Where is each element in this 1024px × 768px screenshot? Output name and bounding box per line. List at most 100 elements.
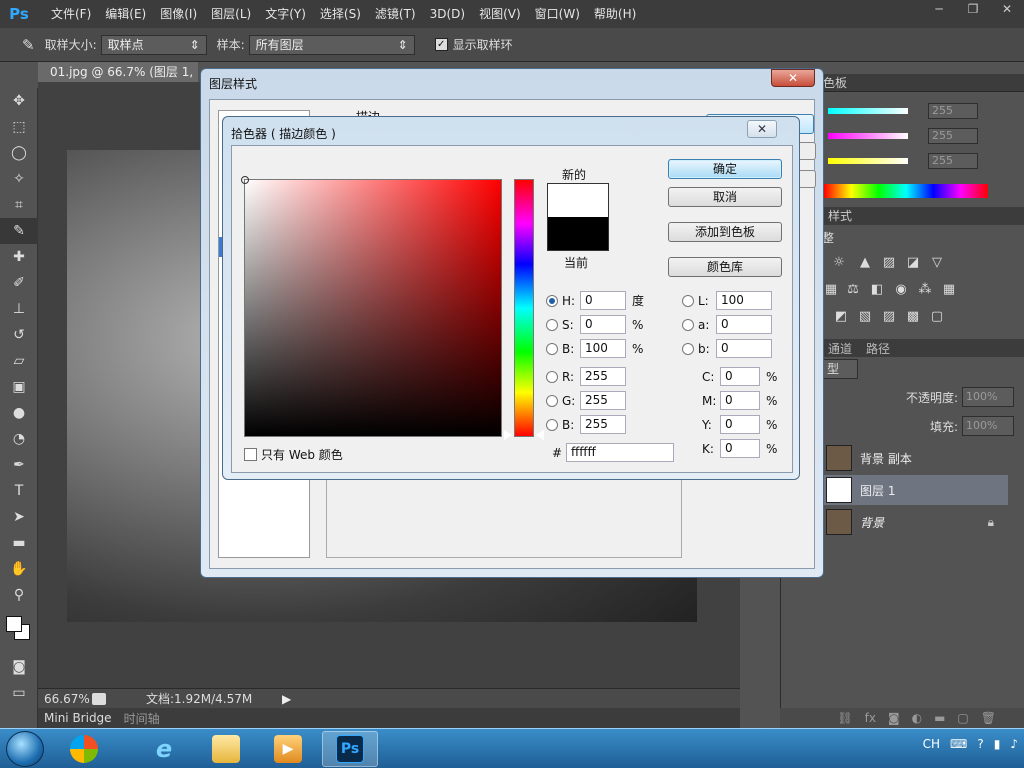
close-button[interactable]: ✕: [990, 0, 1024, 18]
close-button[interactable]: ✕: [771, 69, 815, 87]
photo-filter-icon[interactable]: ◉: [892, 283, 910, 297]
red-value[interactable]: 255: [928, 103, 978, 119]
layer-row-selected[interactable]: 图层 1: [822, 475, 1008, 505]
move-tool-icon[interactable]: ✥: [0, 88, 38, 114]
healing-brush-tool-icon[interactable]: ✚: [0, 244, 38, 270]
tab-mini-bridge[interactable]: Mini Bridge: [38, 711, 118, 725]
green-value[interactable]: 255: [928, 128, 978, 144]
color-lookup-icon[interactable]: ▦: [940, 283, 958, 297]
shape-tool-icon[interactable]: ▬: [0, 530, 38, 556]
lab-l-radio[interactable]: [682, 294, 694, 307]
close-button[interactable]: ✕: [747, 120, 777, 138]
exposure-icon[interactable]: ◪: [904, 256, 922, 270]
pen-tool-icon[interactable]: ✒: [0, 452, 38, 478]
help-icon[interactable]: ?: [977, 737, 983, 751]
tab-timeline[interactable]: 时间轴: [118, 710, 166, 727]
lab-a-radio[interactable]: [682, 318, 694, 331]
group-icon[interactable]: ▬: [934, 711, 945, 725]
black-input[interactable]: 0: [720, 439, 760, 458]
menu-help[interactable]: 帮助(H): [587, 0, 643, 28]
hue-arrow-left-icon[interactable]: [504, 430, 512, 440]
menu-view[interactable]: 视图(V): [472, 0, 528, 28]
curves-icon[interactable]: ▨: [880, 256, 898, 270]
blur-tool-icon[interactable]: ●: [0, 400, 38, 426]
selective-color-icon[interactable]: ▢: [928, 310, 946, 324]
red-radio[interactable]: [546, 370, 558, 383]
screen-mode-icon[interactable]: ▭: [0, 680, 38, 706]
gradient-tool-icon[interactable]: ▣: [0, 374, 38, 400]
green-slider[interactable]: G 255: [816, 128, 978, 144]
adjustment-layer-icon[interactable]: ◐: [912, 711, 922, 725]
menu-file[interactable]: 文件(F): [44, 0, 98, 28]
quick-select-tool-icon[interactable]: ✧: [0, 166, 38, 192]
eraser-tool-icon[interactable]: ▱: [0, 348, 38, 374]
lab-b-radio[interactable]: [682, 342, 694, 355]
zoom-tool-icon[interactable]: ⚲: [0, 582, 38, 608]
saturation-input[interactable]: 0: [580, 315, 626, 334]
hue-saturation-icon[interactable]: ▦: [822, 283, 840, 297]
new-layer-icon[interactable]: ▢: [957, 711, 968, 725]
brightness-radio[interactable]: [546, 342, 558, 355]
hue-radio[interactable]: [546, 294, 558, 307]
invert-icon[interactable]: ◩: [832, 310, 850, 324]
web-only-checkbox[interactable]: [244, 448, 257, 461]
vibrance-icon[interactable]: ▽: [928, 256, 946, 270]
minimize-button[interactable]: ─: [922, 0, 956, 18]
lab-a-input[interactable]: 0: [716, 315, 772, 334]
hue-slider[interactable]: [514, 179, 534, 437]
document-tab[interactable]: 01.jpg @ 66.7% (图层 1, RG: [38, 62, 198, 82]
tab-paths[interactable]: 路径: [866, 340, 890, 357]
green-radio[interactable]: [546, 394, 558, 407]
add-to-swatches-button[interactable]: 添加到色板: [668, 222, 782, 242]
trash-icon[interactable]: 🗑︎: [981, 711, 996, 725]
dodge-tool-icon[interactable]: ◔: [0, 426, 38, 452]
menu-window[interactable]: 窗口(W): [528, 0, 587, 28]
layer-row[interactable]: 背景 🔒︎: [822, 507, 1008, 537]
blue-slider[interactable]: B 255: [816, 153, 978, 169]
menu-3d[interactable]: 3D(D): [423, 0, 472, 28]
link-layers-icon[interactable]: ⛓: [837, 711, 852, 725]
lab-l-input[interactable]: 100: [716, 291, 772, 310]
posterize-icon[interactable]: ▧: [856, 310, 874, 324]
color-field[interactable]: [244, 179, 502, 437]
show-ring-checkbox[interactable]: ✓: [434, 38, 448, 51]
red-slider-bar[interactable]: [828, 108, 908, 114]
type-tool-icon[interactable]: T: [0, 478, 38, 504]
restore-button[interactable]: ❐: [956, 0, 990, 18]
green-input[interactable]: 255: [580, 391, 626, 410]
side-button[interactable]: [798, 170, 816, 188]
gradient-map-icon[interactable]: ▩: [904, 310, 922, 324]
hue-arrow-right-icon[interactable]: [536, 430, 544, 440]
opacity-input[interactable]: 100%: [962, 387, 1014, 407]
taskbar-ie[interactable]: e: [136, 731, 192, 767]
tab-channels[interactable]: 通道: [828, 340, 852, 357]
taskbar-photoshop[interactable]: Ps: [322, 731, 378, 767]
taskbar-media-player[interactable]: ▶: [260, 731, 316, 767]
volume-icon[interactable]: ♪: [1010, 737, 1018, 751]
menu-image[interactable]: 图像(I): [153, 0, 204, 28]
menu-select[interactable]: 选择(S): [313, 0, 368, 28]
fill-input[interactable]: 100%: [962, 416, 1014, 436]
status-menu-icon[interactable]: [92, 692, 106, 705]
green-slider-bar[interactable]: [828, 133, 908, 139]
color-libraries-button[interactable]: 颜色库: [668, 257, 782, 277]
crop-tool-icon[interactable]: ⌗: [0, 192, 38, 218]
color-balance-icon[interactable]: ⚖: [844, 283, 862, 297]
zoom-level[interactable]: 66.67%: [44, 692, 92, 706]
add-mask-icon[interactable]: ◙: [888, 711, 900, 725]
taskbar-folder[interactable]: [198, 731, 254, 767]
hex-input[interactable]: ffffff: [566, 443, 674, 462]
start-button[interactable]: [6, 731, 44, 767]
blue-value[interactable]: 255: [928, 153, 978, 169]
menu-filter[interactable]: 滤镜(T): [368, 0, 423, 28]
red-input[interactable]: 255: [580, 367, 626, 386]
brush-tool-icon[interactable]: ✐: [0, 270, 38, 296]
current-color-swatch[interactable]: [547, 217, 609, 251]
blue-radio[interactable]: [546, 418, 558, 431]
sample-size-select[interactable]: 取样点 ⇕: [100, 34, 207, 55]
eyedropper-icon[interactable]: ✎: [22, 36, 35, 54]
brightness-icon[interactable]: ☼: [830, 256, 848, 270]
black-white-icon[interactable]: ◧: [868, 283, 886, 297]
magenta-input[interactable]: 0: [720, 391, 760, 410]
hand-tool-icon[interactable]: ✋: [0, 556, 38, 582]
